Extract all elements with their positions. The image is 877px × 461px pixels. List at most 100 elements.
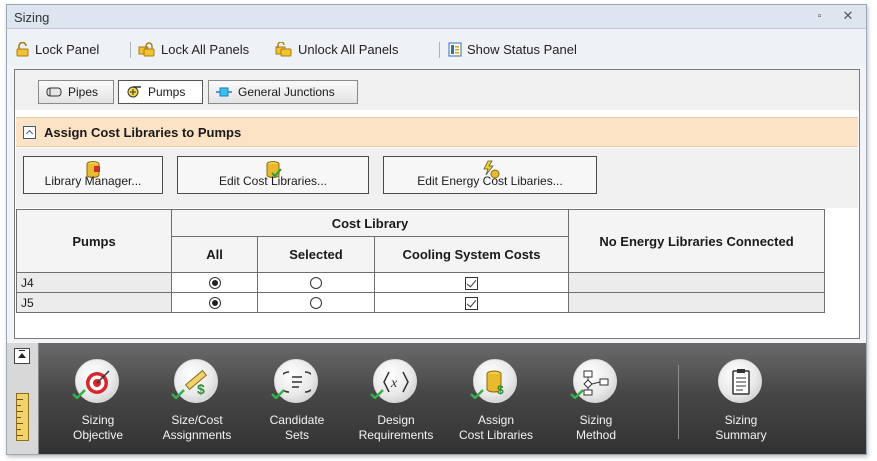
library-buttons-bar: Library Manager... Edit Cost Libraries..… xyxy=(16,148,858,208)
checkmark-icon xyxy=(72,389,86,399)
checkmark-icon xyxy=(370,389,384,399)
row-pump-name: J4 xyxy=(16,272,172,293)
close-icon[interactable]: ✕ xyxy=(841,9,855,23)
clipboard-icon xyxy=(732,369,750,395)
tab-general-junctions[interactable]: General Junctions xyxy=(208,80,358,104)
cost-library-table: Pumps Cost Library No Energy Libraries C… xyxy=(16,209,825,313)
edit-energy-cost-libraries-button[interactable]: Edit Energy Cost Libaries... xyxy=(383,156,597,194)
checkmark-icon xyxy=(470,389,484,399)
step-sizing-method[interactable]: Sizing Method xyxy=(551,353,641,451)
step-label-line2: Method xyxy=(575,428,617,442)
tab-pipes-label: Pipes xyxy=(68,85,99,99)
steps-divider xyxy=(678,365,679,439)
sizing-window: Sizing ▫ ✕ Lock Panel Lock All Panels Un… xyxy=(6,4,867,455)
all-radio[interactable] xyxy=(208,297,221,310)
section-header: Assign Cost Libraries to Pumps xyxy=(16,117,858,147)
step-label-line2: Objective xyxy=(72,428,124,442)
sizing-steps-panel: Sizing Objective $ Size/Cost Assignments… xyxy=(7,343,866,454)
step-label-line1: Design xyxy=(377,413,415,427)
unlock-all-label: Unlock All Panels xyxy=(298,41,399,57)
selected-radio[interactable] xyxy=(310,277,322,290)
step-candidate-sets[interactable]: Candidate Sets xyxy=(252,353,342,451)
ruler-icon[interactable] xyxy=(16,393,29,441)
library-manager-label: Library Manager... xyxy=(44,174,142,188)
show-status-label: Show Status Panel xyxy=(467,41,577,57)
svg-text:$: $ xyxy=(497,383,504,396)
selected-radio-cell xyxy=(257,292,375,313)
junction-icon xyxy=(216,87,232,97)
collapse-icon[interactable] xyxy=(23,125,36,139)
toolbar-separator xyxy=(439,42,440,58)
step-sizing-summary[interactable]: Sizing Summary xyxy=(696,353,786,451)
unlock-all-panels-button[interactable]: Unlock All Panels xyxy=(275,39,398,59)
row-pump-name: J5 xyxy=(16,292,172,313)
all-radio-cell xyxy=(171,272,258,293)
step-label-line2: Requirements xyxy=(358,428,434,442)
step-label-line1: Assign xyxy=(477,413,515,427)
selected-column-header: Selected xyxy=(257,236,375,273)
cost-library-header: Cost Library xyxy=(171,209,569,237)
selected-radio[interactable] xyxy=(310,297,322,310)
step-sizing-objective[interactable]: Sizing Objective xyxy=(53,353,143,451)
edit-energy-cost-libraries-label: Edit Energy Cost Libaries... xyxy=(417,174,563,188)
selected-radio-cell xyxy=(257,272,375,293)
step-label-line2: Assignments xyxy=(162,428,232,442)
table-row: J5 xyxy=(16,292,825,313)
step-label-line1: Size/Cost xyxy=(171,413,223,427)
lock-all-label: Lock All Panels xyxy=(161,41,250,57)
steps-side-strip xyxy=(7,343,39,454)
all-radio-cell xyxy=(171,292,258,313)
target-icon xyxy=(86,370,110,394)
toolbar-separator xyxy=(130,42,131,58)
library-manager-button[interactable]: Library Manager... xyxy=(23,156,163,194)
cooling-checkbox[interactable] xyxy=(465,276,478,290)
variable-icon: x xyxy=(383,371,409,393)
checkmark-icon xyxy=(570,389,584,399)
pipe-icon xyxy=(46,87,62,97)
cooling-checkbox-cell xyxy=(374,292,569,313)
title-bar: Sizing ▫ ✕ xyxy=(7,5,866,29)
lock-all-icon xyxy=(138,41,155,56)
step-assign-cost-libraries[interactable]: $ Assign Cost Libraries xyxy=(451,353,541,451)
svg-text:$: $ xyxy=(197,381,205,396)
cooling-checkbox-cell xyxy=(374,272,569,293)
tab-general-junctions-label: General Junctions xyxy=(238,85,335,99)
cooling-column-header: Cooling System Costs xyxy=(374,236,569,273)
energy-libraries-header: No Energy Libraries Connected xyxy=(568,209,825,273)
step-label-line2: Cost Libraries xyxy=(458,428,534,442)
object-tabs: Pipes Pumps General Junctions xyxy=(15,70,859,110)
pumps-column-header: Pumps xyxy=(16,209,172,273)
lock-panel-label: Lock Panel xyxy=(35,41,100,57)
energy-cell xyxy=(568,272,825,293)
tab-pumps[interactable]: Pumps xyxy=(118,80,203,104)
checkmark-icon xyxy=(271,389,285,399)
lock-all-panels-button[interactable]: Lock All Panels xyxy=(138,39,249,59)
tab-pipes[interactable]: Pipes xyxy=(38,80,114,104)
cooling-checkbox[interactable] xyxy=(465,296,478,310)
step-label-line1: Candidate xyxy=(269,413,325,427)
all-radio[interactable] xyxy=(208,277,221,290)
database-dollar-icon: $ xyxy=(486,370,504,396)
tab-pumps-label: Pumps xyxy=(148,85,186,99)
section-title: Assign Cost Libraries to Pumps xyxy=(44,124,242,140)
flowchart-icon xyxy=(583,370,609,396)
step-label-line2: Sets xyxy=(284,428,309,442)
show-status-panel-button[interactable]: Show Status Panel xyxy=(448,39,577,59)
edit-cost-libraries-button[interactable]: Edit Cost Libraries... xyxy=(177,156,369,194)
lock-panel-button[interactable]: Lock Panel xyxy=(15,39,99,59)
step-label-line1: Sizing xyxy=(81,413,115,427)
content-panel: Pipes Pumps General Junctions Assign Cos… xyxy=(14,69,860,339)
step-label-line1: Sizing xyxy=(579,413,613,427)
energy-cell xyxy=(568,292,825,313)
edit-cost-libraries-label: Edit Cost Libraries... xyxy=(218,174,328,188)
step-design-requirements[interactable]: x Design Requirements xyxy=(351,353,441,451)
status-panel-icon xyxy=(448,42,462,56)
step-size-cost-assignments[interactable]: $ Size/Cost Assignments xyxy=(152,353,242,451)
pin-panel-icon[interactable] xyxy=(14,348,30,364)
pump-icon xyxy=(127,86,141,98)
restore-icon[interactable]: ▫ xyxy=(813,10,826,23)
all-column-header: All xyxy=(171,236,258,273)
list-icon xyxy=(283,371,311,393)
checkmark-icon xyxy=(171,389,185,399)
svg-text:x: x xyxy=(390,376,398,391)
